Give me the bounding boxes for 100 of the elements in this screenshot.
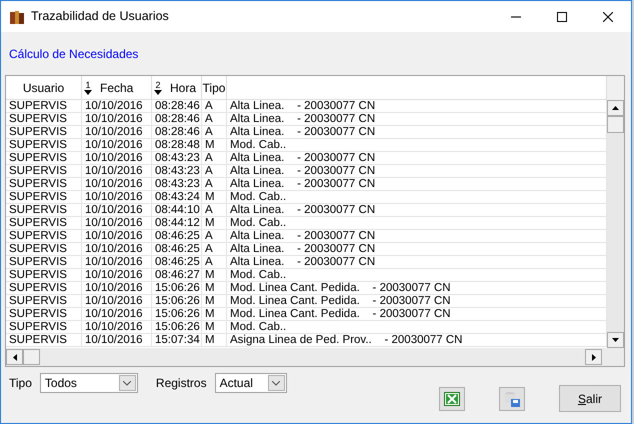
- user-cell: SUPERVIS: [6, 295, 82, 307]
- date-cell: 10/10/2016: [82, 295, 152, 307]
- time-cell: 15:06:26: [152, 321, 202, 333]
- user-cell: SUPERVIS: [6, 204, 82, 216]
- date-cell: 10/10/2016: [82, 100, 152, 112]
- scroll-right-button[interactable]: [585, 349, 602, 365]
- type-cell: M: [202, 269, 227, 281]
- scrollbar-corner: [607, 76, 624, 100]
- user-cell: SUPERVIS: [6, 256, 82, 268]
- export-button[interactable]: [439, 386, 465, 410]
- user-cell: SUPERVIS: [6, 308, 82, 320]
- type-cell: A: [202, 204, 227, 216]
- type-cell: M: [202, 295, 227, 307]
- time-cell: 08:43:23: [152, 178, 202, 190]
- section-link[interactable]: Cálculo de Necesidades: [9, 45, 138, 63]
- exit-button[interactable]: Salir: [559, 385, 621, 412]
- sort-arrow-icon: [154, 90, 162, 94]
- time-cell: 08:43:23: [152, 165, 202, 177]
- sort-order: 1: [85, 80, 90, 90]
- scroll-left-button[interactable]: [6, 349, 23, 365]
- user-cell: SUPERVIS: [6, 217, 82, 229]
- user-cell: SUPERVIS: [6, 269, 82, 281]
- down-arrow-icon: [612, 338, 619, 342]
- type-cell: M: [202, 321, 227, 333]
- maximize-icon: [557, 12, 567, 22]
- time-cell: 08:28:48: [152, 139, 202, 151]
- user-cell: SUPERVIS: [6, 230, 82, 242]
- time-cell: 08:46:25: [152, 243, 202, 255]
- type-cell: A: [202, 256, 227, 268]
- left-arrow-icon: [12, 354, 16, 360]
- type-cell: A: [202, 178, 227, 190]
- save-button[interactable]: [499, 386, 525, 410]
- column-header[interactable]: 1 Fecha: [82, 76, 152, 99]
- date-cell: 10/10/2016: [82, 152, 152, 164]
- type-cell: A: [202, 100, 227, 112]
- chevron-down-icon: [123, 380, 132, 386]
- window-title: Trazabilidad de Usuarios: [31, 8, 170, 26]
- up-arrow-icon: [612, 106, 619, 110]
- time-cell: 08:43:23: [152, 152, 202, 164]
- date-cell: 10/10/2016: [82, 139, 152, 151]
- right-arrow-icon: [592, 354, 596, 360]
- spreadsheet-icon: [444, 392, 460, 406]
- date-cell: 10/10/2016: [82, 243, 152, 255]
- sort-order: 2: [155, 80, 160, 90]
- time-cell: 15:06:26: [152, 282, 202, 294]
- date-cell: 10/10/2016: [82, 113, 152, 125]
- save-icon: [503, 390, 521, 408]
- sort-arrow-icon: [84, 90, 92, 94]
- type-cell: M: [202, 334, 227, 346]
- scroll-thumb[interactable]: [23, 349, 40, 365]
- dropdown[interactable]: Actual: [214, 373, 287, 393]
- user-cell: SUPERVIS: [6, 113, 82, 125]
- user-cell: SUPERVIS: [6, 334, 82, 346]
- type-cell: A: [202, 165, 227, 177]
- date-cell: 10/10/2016: [82, 230, 152, 242]
- date-cell: 10/10/2016: [82, 126, 152, 138]
- type-cell: M: [202, 217, 227, 229]
- user-cell: SUPERVIS: [6, 139, 82, 151]
- scroll-down-button[interactable]: [607, 332, 624, 348]
- close-icon: [603, 12, 613, 22]
- filter-label: Registros: [156, 375, 207, 392]
- column-header[interactable]: Tipo: [202, 76, 227, 99]
- time-cell: 08:44:10: [152, 204, 202, 216]
- user-cell: SUPERVIS: [6, 126, 82, 138]
- time-cell: 08:46:25: [152, 230, 202, 242]
- type-cell: A: [202, 230, 227, 242]
- dropdown[interactable]: Todos: [40, 373, 138, 393]
- time-cell: 08:28:46: [152, 100, 202, 112]
- time-cell: 08:28:46: [152, 126, 202, 138]
- type-cell: M: [202, 191, 227, 203]
- time-cell: 08:44:12: [152, 217, 202, 229]
- date-cell: 10/10/2016: [82, 178, 152, 190]
- user-cell: SUPERVIS: [6, 152, 82, 164]
- time-cell: 15:06:26: [152, 308, 202, 320]
- user-cell: SUPERVIS: [6, 178, 82, 190]
- time-cell: 08:46:27: [152, 269, 202, 281]
- type-cell: M: [202, 139, 227, 151]
- date-cell: 10/10/2016: [82, 321, 152, 333]
- user-cell: SUPERVIS: [6, 100, 82, 112]
- date-cell: 10/10/2016: [82, 204, 152, 216]
- column-header[interactable]: Usuario: [6, 76, 82, 99]
- column-header[interactable]: 2 Hora: [152, 76, 202, 99]
- user-cell: SUPERVIS: [6, 243, 82, 255]
- scroll-up-button[interactable]: [607, 100, 624, 116]
- date-cell: 10/10/2016: [82, 191, 152, 203]
- date-cell: 10/10/2016: [82, 217, 152, 229]
- user-cell: SUPERVIS: [6, 282, 82, 294]
- user-cell: SUPERVIS: [6, 191, 82, 203]
- date-cell: 10/10/2016: [82, 165, 152, 177]
- chevron-down-icon: [272, 380, 280, 386]
- date-cell: 10/10/2016: [82, 282, 152, 294]
- user-cell: SUPERVIS: [6, 321, 82, 333]
- type-cell: M: [202, 308, 227, 320]
- time-cell: 15:06:26: [152, 295, 202, 307]
- books-icon: [9, 8, 25, 24]
- type-cell: A: [202, 113, 227, 125]
- date-cell: 10/10/2016: [82, 334, 152, 346]
- time-cell: 08:43:24: [152, 191, 202, 203]
- scroll-thumb[interactable]: [607, 116, 624, 133]
- date-cell: 10/10/2016: [82, 256, 152, 268]
